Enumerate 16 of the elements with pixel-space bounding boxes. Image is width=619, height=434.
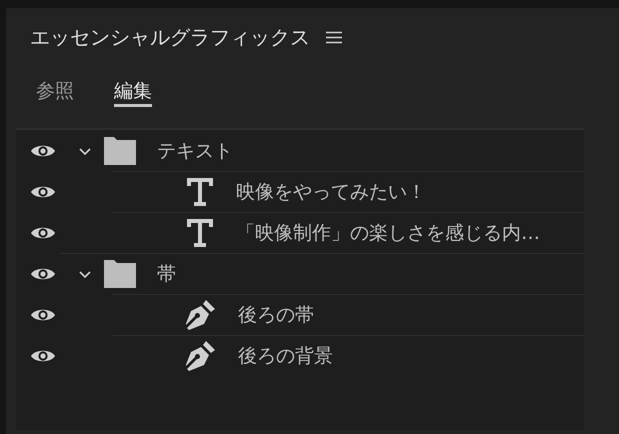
panel-title: エッセンシャルグラフィックス [30,24,310,50]
menu-icon[interactable] [326,30,342,44]
tab[interactable]: 参照 [36,78,74,107]
folder-icon [104,260,136,288]
layer-name[interactable]: テキスト [157,138,233,164]
folder-icon [104,136,136,164]
pen-tool-icon [186,298,216,330]
layer-name[interactable]: 映像をやってみたい！ [236,178,426,204]
tab[interactable]: 編集 [114,78,152,107]
layer-name[interactable]: 後ろの背景 [238,342,333,368]
layer-name[interactable]: 「映像制作」の楽しさを感じる内… [236,220,540,246]
text-tool-icon [186,176,214,206]
layer-name[interactable]: 後ろの帯 [238,302,314,328]
layer-name[interactable]: 帯 [157,260,176,286]
pen-tool-icon [186,340,216,372]
text-tool-icon [186,218,214,248]
